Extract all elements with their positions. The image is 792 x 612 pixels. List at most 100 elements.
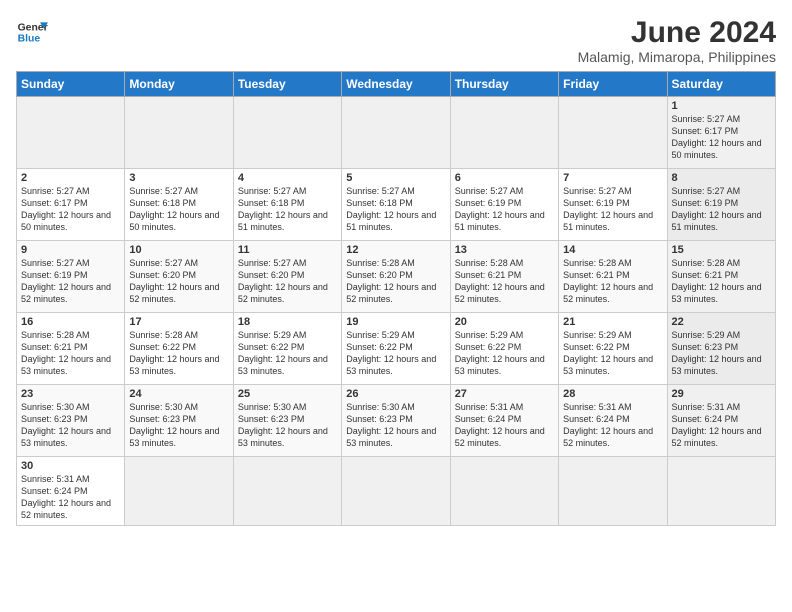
table-row: 14Sunrise: 5:28 AM Sunset: 6:21 PM Dayli…	[559, 241, 667, 313]
table-row: 28Sunrise: 5:31 AM Sunset: 6:24 PM Dayli…	[559, 385, 667, 457]
calendar-table: Sunday Monday Tuesday Wednesday Thursday…	[16, 71, 776, 526]
header-monday: Monday	[125, 72, 233, 97]
day-info: Sunrise: 5:30 AM Sunset: 6:23 PM Dayligh…	[129, 401, 228, 450]
day-number: 2	[21, 172, 120, 184]
table-row: 18Sunrise: 5:29 AM Sunset: 6:22 PM Dayli…	[233, 313, 341, 385]
table-row: 4Sunrise: 5:27 AM Sunset: 6:18 PM Daylig…	[233, 169, 341, 241]
table-row: 26Sunrise: 5:30 AM Sunset: 6:23 PM Dayli…	[342, 385, 450, 457]
table-row: 20Sunrise: 5:29 AM Sunset: 6:22 PM Dayli…	[450, 313, 558, 385]
day-info: Sunrise: 5:28 AM Sunset: 6:20 PM Dayligh…	[346, 257, 445, 306]
table-row: 13Sunrise: 5:28 AM Sunset: 6:21 PM Dayli…	[450, 241, 558, 313]
day-number: 26	[346, 388, 445, 400]
day-info: Sunrise: 5:28 AM Sunset: 6:22 PM Dayligh…	[129, 329, 228, 378]
day-info: Sunrise: 5:27 AM Sunset: 6:19 PM Dayligh…	[672, 185, 771, 234]
day-info: Sunrise: 5:28 AM Sunset: 6:21 PM Dayligh…	[563, 257, 662, 306]
table-row: 30Sunrise: 5:31 AM Sunset: 6:24 PM Dayli…	[17, 457, 125, 526]
day-info: Sunrise: 5:27 AM Sunset: 6:17 PM Dayligh…	[21, 185, 120, 234]
table-row	[342, 97, 450, 169]
day-info: Sunrise: 5:31 AM Sunset: 6:24 PM Dayligh…	[563, 401, 662, 450]
day-info: Sunrise: 5:27 AM Sunset: 6:20 PM Dayligh…	[129, 257, 228, 306]
day-number: 19	[346, 316, 445, 328]
table-row: 21Sunrise: 5:29 AM Sunset: 6:22 PM Dayli…	[559, 313, 667, 385]
table-row	[233, 97, 341, 169]
table-row	[17, 97, 125, 169]
day-number: 6	[455, 172, 554, 184]
day-info: Sunrise: 5:30 AM Sunset: 6:23 PM Dayligh…	[21, 401, 120, 450]
day-number: 18	[238, 316, 337, 328]
day-number: 17	[129, 316, 228, 328]
table-row: 15Sunrise: 5:28 AM Sunset: 6:21 PM Dayli…	[667, 241, 775, 313]
day-number: 3	[129, 172, 228, 184]
page-header: General Blue June 2024 Malamig, Mimaropa…	[16, 16, 776, 65]
day-info: Sunrise: 5:30 AM Sunset: 6:23 PM Dayligh…	[346, 401, 445, 450]
logo: General Blue	[16, 16, 48, 48]
table-row	[559, 457, 667, 526]
table-row	[125, 97, 233, 169]
day-info: Sunrise: 5:27 AM Sunset: 6:19 PM Dayligh…	[21, 257, 120, 306]
day-number: 30	[21, 460, 120, 472]
day-number: 23	[21, 388, 120, 400]
table-row: 29Sunrise: 5:31 AM Sunset: 6:24 PM Dayli…	[667, 385, 775, 457]
day-number: 28	[563, 388, 662, 400]
table-row: 9Sunrise: 5:27 AM Sunset: 6:19 PM Daylig…	[17, 241, 125, 313]
day-info: Sunrise: 5:27 AM Sunset: 6:18 PM Dayligh…	[129, 185, 228, 234]
day-info: Sunrise: 5:27 AM Sunset: 6:19 PM Dayligh…	[455, 185, 554, 234]
day-number: 7	[563, 172, 662, 184]
day-info: Sunrise: 5:28 AM Sunset: 6:21 PM Dayligh…	[21, 329, 120, 378]
day-info: Sunrise: 5:27 AM Sunset: 6:18 PM Dayligh…	[238, 185, 337, 234]
day-number: 10	[129, 244, 228, 256]
svg-text:Blue: Blue	[18, 34, 41, 45]
day-info: Sunrise: 5:28 AM Sunset: 6:21 PM Dayligh…	[455, 257, 554, 306]
table-row: 19Sunrise: 5:29 AM Sunset: 6:22 PM Dayli…	[342, 313, 450, 385]
day-info: Sunrise: 5:29 AM Sunset: 6:22 PM Dayligh…	[563, 329, 662, 378]
day-info: Sunrise: 5:29 AM Sunset: 6:23 PM Dayligh…	[672, 329, 771, 378]
table-row	[125, 457, 233, 526]
day-info: Sunrise: 5:27 AM Sunset: 6:18 PM Dayligh…	[346, 185, 445, 234]
day-number: 1	[672, 100, 771, 112]
day-number: 27	[455, 388, 554, 400]
title-block: June 2024 Malamig, Mimaropa, Philippines	[578, 16, 776, 65]
table-row: 6Sunrise: 5:27 AM Sunset: 6:19 PM Daylig…	[450, 169, 558, 241]
day-info: Sunrise: 5:31 AM Sunset: 6:24 PM Dayligh…	[455, 401, 554, 450]
table-row: 5Sunrise: 5:27 AM Sunset: 6:18 PM Daylig…	[342, 169, 450, 241]
table-row: 22Sunrise: 5:29 AM Sunset: 6:23 PM Dayli…	[667, 313, 775, 385]
table-row: 25Sunrise: 5:30 AM Sunset: 6:23 PM Dayli…	[233, 385, 341, 457]
day-number: 29	[672, 388, 771, 400]
table-row	[559, 97, 667, 169]
day-number: 20	[455, 316, 554, 328]
day-info: Sunrise: 5:30 AM Sunset: 6:23 PM Dayligh…	[238, 401, 337, 450]
day-number: 8	[672, 172, 771, 184]
table-row: 3Sunrise: 5:27 AM Sunset: 6:18 PM Daylig…	[125, 169, 233, 241]
table-row: 16Sunrise: 5:28 AM Sunset: 6:21 PM Dayli…	[17, 313, 125, 385]
calendar-title: June 2024	[578, 16, 776, 49]
day-number: 24	[129, 388, 228, 400]
day-number: 9	[21, 244, 120, 256]
table-row: 7Sunrise: 5:27 AM Sunset: 6:19 PM Daylig…	[559, 169, 667, 241]
day-info: Sunrise: 5:29 AM Sunset: 6:22 PM Dayligh…	[455, 329, 554, 378]
day-number: 5	[346, 172, 445, 184]
table-row	[450, 97, 558, 169]
day-number: 22	[672, 316, 771, 328]
day-info: Sunrise: 5:29 AM Sunset: 6:22 PM Dayligh…	[346, 329, 445, 378]
table-row: 27Sunrise: 5:31 AM Sunset: 6:24 PM Dayli…	[450, 385, 558, 457]
day-info: Sunrise: 5:28 AM Sunset: 6:21 PM Dayligh…	[672, 257, 771, 306]
day-number: 25	[238, 388, 337, 400]
table-row: 1Sunrise: 5:27 AM Sunset: 6:17 PM Daylig…	[667, 97, 775, 169]
table-row: 23Sunrise: 5:30 AM Sunset: 6:23 PM Dayli…	[17, 385, 125, 457]
table-row	[450, 457, 558, 526]
day-info: Sunrise: 5:27 AM Sunset: 6:19 PM Dayligh…	[563, 185, 662, 234]
table-row: 2Sunrise: 5:27 AM Sunset: 6:17 PM Daylig…	[17, 169, 125, 241]
header-saturday: Saturday	[667, 72, 775, 97]
logo-icon: General Blue	[16, 16, 48, 48]
day-info: Sunrise: 5:29 AM Sunset: 6:22 PM Dayligh…	[238, 329, 337, 378]
table-row	[342, 457, 450, 526]
table-row: 10Sunrise: 5:27 AM Sunset: 6:20 PM Dayli…	[125, 241, 233, 313]
day-info: Sunrise: 5:27 AM Sunset: 6:17 PM Dayligh…	[672, 113, 771, 162]
day-number: 15	[672, 244, 771, 256]
header-wednesday: Wednesday	[342, 72, 450, 97]
day-number: 21	[563, 316, 662, 328]
calendar-header-row: Sunday Monday Tuesday Wednesday Thursday…	[17, 72, 776, 97]
table-row: 11Sunrise: 5:27 AM Sunset: 6:20 PM Dayli…	[233, 241, 341, 313]
day-number: 11	[238, 244, 337, 256]
day-number: 13	[455, 244, 554, 256]
